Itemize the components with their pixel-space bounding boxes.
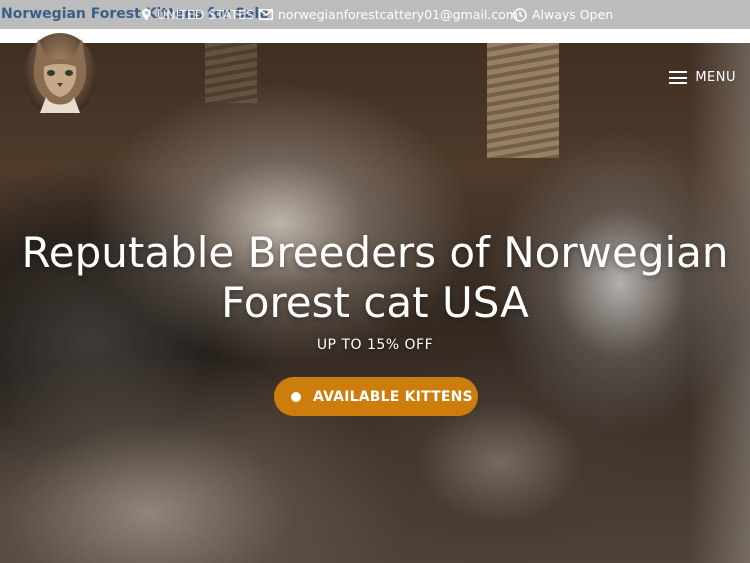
hours-text: Always Open xyxy=(532,7,614,22)
hero-headline: Reputable Breeders of Norwegian Forest c… xyxy=(0,228,750,328)
header-strip xyxy=(0,29,750,43)
hours-info: Always Open xyxy=(513,7,613,22)
available-kittens-button[interactable]: AVAILABLE KITTENS xyxy=(274,377,478,416)
menu-label: MENU xyxy=(695,70,736,85)
email-info[interactable]: norwegianforestcattery01@gmail.com xyxy=(259,7,518,22)
cta-label: AVAILABLE KITTENS xyxy=(313,388,473,405)
email-link[interactable]: norwegianforestcattery01@gmail.com xyxy=(278,7,518,22)
location-info: UNITED STATES xyxy=(141,7,254,22)
menu-toggle[interactable]: MENU xyxy=(669,70,736,85)
location-text: UNITED STATES xyxy=(157,7,254,22)
clock-icon xyxy=(513,7,527,22)
hero-headline-line1: Reputable Breeders of Norwegian xyxy=(21,228,729,277)
hero-subheadline: UP TO 15% OFF xyxy=(316,337,434,353)
top-info-bar: Norwegian Forest Kittens for Sale UNITED… xyxy=(0,0,750,29)
map-pin-icon xyxy=(142,8,151,21)
envelope-icon xyxy=(259,9,273,20)
site-logo[interactable] xyxy=(24,33,96,115)
hamburger-icon xyxy=(669,71,688,84)
button-dot-icon xyxy=(291,391,301,402)
cat-logo-icon xyxy=(33,39,87,113)
hero-headline-line2: Forest cat USA xyxy=(221,278,529,327)
